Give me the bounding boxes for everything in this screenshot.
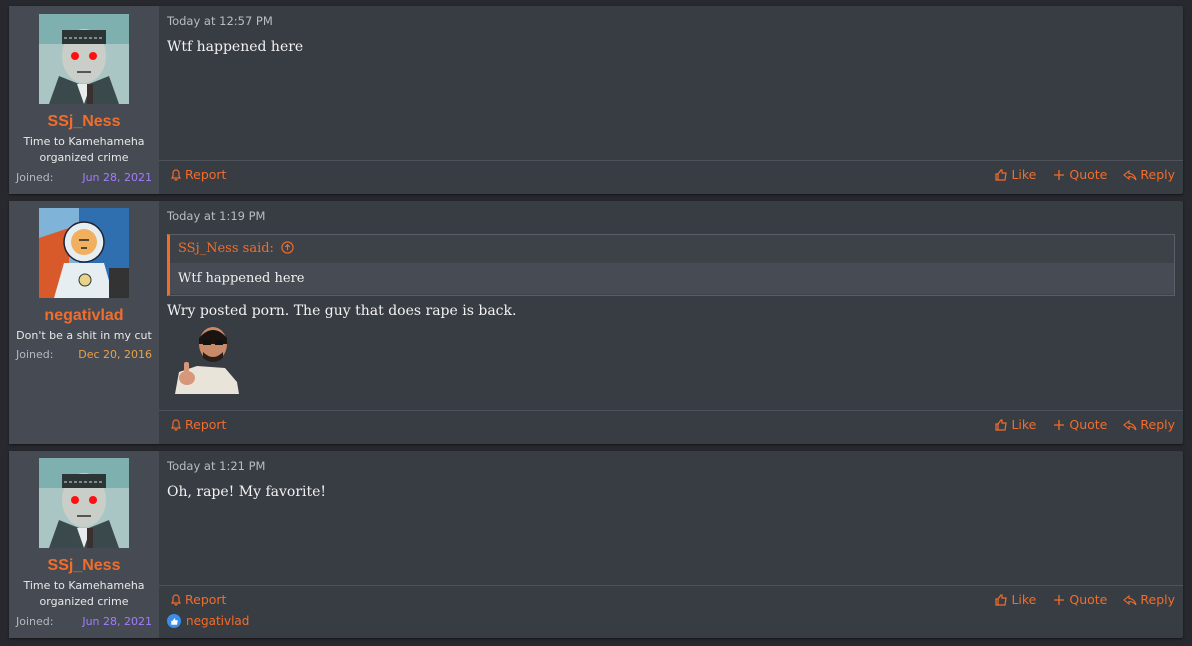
user-title-line-2: organized crime: [39, 151, 129, 164]
post-timestamp[interactable]: Today at 1:19 PM: [167, 209, 265, 223]
post-timestamp[interactable]: Today at 1:21 PM: [167, 459, 265, 473]
user-title-line-2: organized crime: [39, 595, 129, 608]
like-button[interactable]: Like: [994, 417, 1036, 432]
post-actions: Like Quote Reply: [994, 417, 1175, 432]
quote-author: SSj_Ness said:: [178, 241, 274, 256]
user-title-line-1: Don't be a shit in my cut: [16, 329, 152, 342]
avatar[interactable]: [39, 208, 129, 298]
plus-icon: [1054, 594, 1065, 605]
message-cell: Today at 1:21 PM Oh, rape! My favorite! …: [159, 451, 1183, 638]
joined-label: Joined:: [16, 171, 54, 184]
post-footer: Report Like Quote Reply: [159, 585, 1183, 616]
bell-icon: [171, 418, 181, 431]
user-cell: SSj_Ness Time to Kamehameha organized cr…: [9, 451, 159, 638]
message-cell: Today at 1:19 PM SSj_Ness said: Wtf happ…: [159, 201, 1183, 444]
report-button[interactable]: Report: [169, 592, 226, 607]
quote-header[interactable]: SSj_Ness said:: [170, 235, 1174, 263]
thumbs-up-icon: [995, 168, 1008, 181]
joined-row: Joined: Jun 28, 2021: [16, 615, 152, 628]
plus-icon: [1054, 169, 1065, 180]
like-button[interactable]: Like: [994, 167, 1036, 182]
joined-row: Joined: Dec 20, 2016: [16, 348, 152, 361]
reply-label: Reply: [1140, 167, 1175, 182]
reply-button[interactable]: Reply: [1123, 167, 1175, 182]
quote-button[interactable]: Quote: [1052, 417, 1107, 432]
user-cell: SSj_Ness Time to Kamehameha organized cr…: [9, 6, 159, 194]
report-button[interactable]: Report: [169, 417, 226, 432]
post-actions: Like Quote Reply: [994, 592, 1175, 607]
bell-icon: [171, 593, 181, 606]
reply-button[interactable]: Reply: [1123, 417, 1175, 432]
quote-block: SSj_Ness said: Wtf happened here: [167, 234, 1175, 296]
post-body: Wtf happened here: [167, 39, 304, 55]
quote-button[interactable]: Quote: [1052, 592, 1107, 607]
post-actions: Like Quote Reply: [994, 167, 1175, 182]
attached-image[interactable]: [167, 322, 239, 394]
joined-label: Joined:: [16, 348, 54, 361]
avatar[interactable]: [39, 14, 129, 104]
report-label: Report: [185, 417, 227, 432]
quote-label: Quote: [1069, 167, 1108, 182]
thumbs-up-icon: [995, 593, 1008, 606]
joined-date: Jun 28, 2021: [82, 171, 152, 184]
reply-label: Reply: [1140, 417, 1175, 432]
post-1: SSj_Ness Time to Kamehameha organized cr…: [9, 6, 1183, 194]
joined-row: Joined: Jun 28, 2021: [16, 171, 152, 184]
quote-button[interactable]: Quote: [1052, 167, 1107, 182]
arrow-up-circle-icon[interactable]: [281, 241, 294, 254]
report-label: Report: [185, 167, 227, 182]
reply-arrow-icon: [1123, 169, 1137, 180]
thumbs-up-icon: [995, 418, 1008, 431]
user-cell: negativlad Don't be a shit in my cut Joi…: [9, 201, 159, 444]
post-footer: Report Like Quote Reply: [159, 160, 1183, 191]
reaction-user-link[interactable]: negativlad: [186, 614, 249, 628]
post-footer: Report Like Quote Reply: [159, 410, 1183, 441]
username[interactable]: SSj_Ness: [9, 113, 159, 131]
quote-label: Quote: [1069, 417, 1108, 432]
like-reaction-icon: [167, 614, 181, 628]
report-button[interactable]: Report: [169, 167, 226, 182]
joined-date: Jun 28, 2021: [82, 615, 152, 628]
plus-icon: [1054, 419, 1065, 430]
post-body: Oh, rape! My favorite!: [167, 484, 327, 500]
quote-text: Wtf happened here: [170, 263, 1174, 294]
like-label: Like: [1011, 167, 1037, 182]
reaction-bar: negativlad: [167, 614, 249, 628]
joined-date: Dec 20, 2016: [78, 348, 152, 361]
username[interactable]: SSj_Ness: [9, 557, 159, 575]
avatar[interactable]: [39, 458, 129, 548]
reply-button[interactable]: Reply: [1123, 592, 1175, 607]
like-label: Like: [1011, 592, 1037, 607]
user-title-line-1: Time to Kamehameha: [23, 135, 145, 148]
reply-label: Reply: [1140, 592, 1175, 607]
like-label: Like: [1011, 417, 1037, 432]
post-3: SSj_Ness Time to Kamehameha organized cr…: [9, 451, 1183, 638]
bell-icon: [171, 168, 181, 181]
post-2: negativlad Don't be a shit in my cut Joi…: [9, 201, 1183, 444]
username[interactable]: negativlad: [9, 307, 159, 325]
message-cell: Today at 12:57 PM Wtf happened here Repo…: [159, 6, 1183, 194]
joined-label: Joined:: [16, 615, 54, 628]
post-timestamp[interactable]: Today at 12:57 PM: [167, 14, 273, 28]
report-label: Report: [185, 592, 227, 607]
reply-arrow-icon: [1123, 419, 1137, 430]
like-button[interactable]: Like: [994, 592, 1036, 607]
reply-arrow-icon: [1123, 594, 1137, 605]
post-body: Wry posted porn. The guy that does rape …: [167, 303, 517, 319]
quote-label: Quote: [1069, 592, 1108, 607]
user-title-line-1: Time to Kamehameha: [23, 579, 145, 592]
